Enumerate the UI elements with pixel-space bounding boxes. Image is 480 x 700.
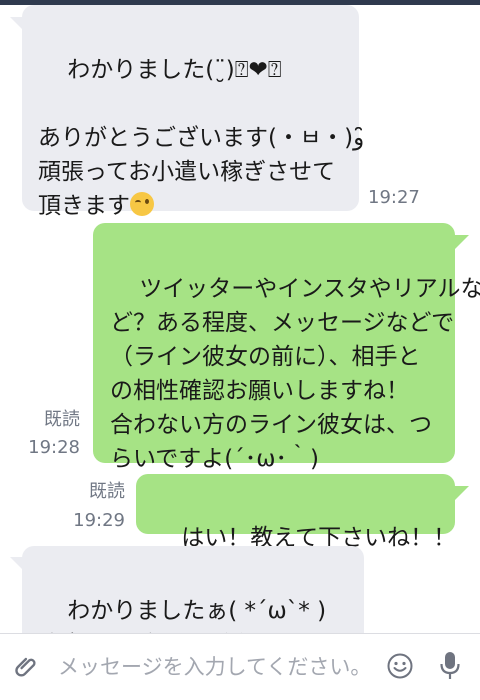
microphone-icon[interactable]: [438, 650, 462, 682]
message-bubble-incoming[interactable]: わかりました(¨̮)⍰❤⍰ ありがとうございます(・ㅂ・)و ̑̑ 頑張ってお小…: [22, 5, 372, 219]
bubble-tail: [455, 486, 469, 500]
message-text: ツイッターやインスタやリアルな ど？ある程度、メッセージなどで （ライン彼女の前…: [110, 276, 480, 472]
message-bubble-outgoing[interactable]: はい！教えて下さいね！！: [136, 474, 456, 551]
message-time: 19:27: [368, 187, 420, 208]
read-receipt: 既読: [44, 409, 80, 430]
message-text: わかりました(¨̮)⍰❤⍰ ありがとうございます(・ㅂ・)و ̑̑ 頑張ってお小…: [38, 57, 372, 219]
message-input[interactable]: [58, 648, 378, 686]
message-text: わかりましたぁ( *´ω`* ) 注意しながら、お誘いしていき: [38, 598, 359, 633]
message-input-bar: [0, 633, 480, 700]
message-time: 19:28: [28, 437, 80, 458]
message-bubble-outgoing[interactable]: ツイッターやインスタやリアルな ど？ある程度、メッセージなどで （ライン彼女の前…: [93, 223, 480, 472]
message-bubble-incoming[interactable]: わかりましたぁ( *´ω`* ) 注意しながら、お誘いしていき: [22, 546, 364, 633]
message-time: 19:29: [73, 510, 125, 531]
wink-emoji-icon: [130, 192, 154, 216]
bubble-tail: [455, 235, 469, 249]
paperclip-icon[interactable]: [14, 654, 40, 680]
read-receipt: 既読: [89, 481, 125, 502]
smiley-icon[interactable]: [386, 652, 414, 680]
chat-log[interactable]: わかりました(¨̮)⍰❤⍰ ありがとうございます(・ㅂ・)و ̑̑ 頑張ってお小…: [0, 5, 480, 633]
